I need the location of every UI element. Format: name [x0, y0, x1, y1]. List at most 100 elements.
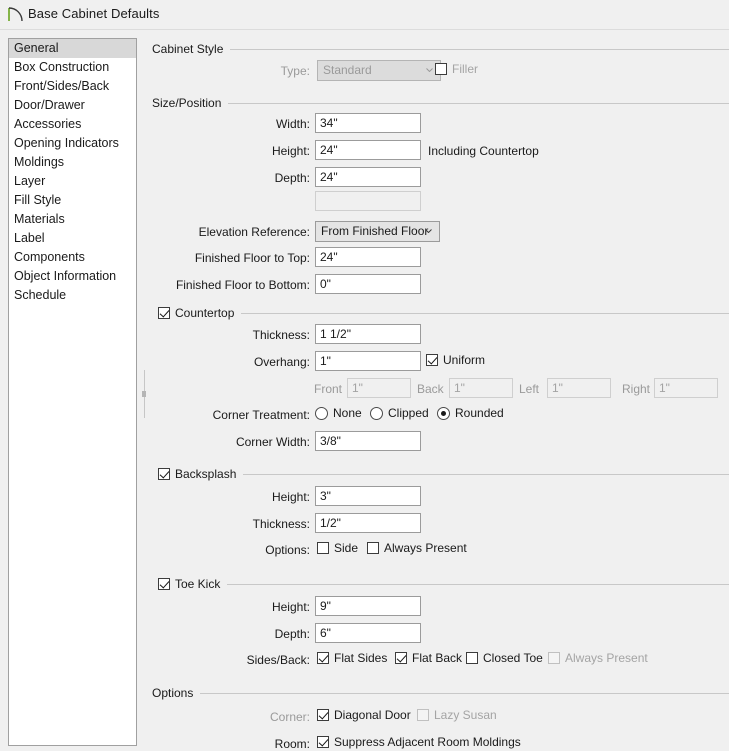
- sidebar-item-front-sides-back[interactable]: Front/Sides/Back: [9, 77, 136, 96]
- corner-width-input[interactable]: [315, 431, 421, 451]
- sidebar-item-label: Front/Sides/Back: [14, 79, 110, 93]
- group-backsplash[interactable]: Backsplash: [158, 467, 729, 481]
- category-list[interactable]: General Box Construction Front/Sides/Back D…: [8, 38, 137, 746]
- sidebar-item-schedule[interactable]: Schedule: [9, 286, 136, 305]
- sidebar-item-accessories[interactable]: Accessories: [9, 115, 136, 134]
- height-input[interactable]: [315, 140, 421, 160]
- backsplash-height-input[interactable]: [315, 486, 421, 506]
- uniform-checkbox-row[interactable]: Uniform: [426, 353, 485, 367]
- group-title-cabinet-style: Cabinet Style: [152, 42, 224, 56]
- label-corner-treatment: Corner Treatment:: [212, 408, 310, 422]
- label-countertop-overhang: Overhang:: [253, 355, 310, 369]
- sidebar-item-materials[interactable]: Materials: [9, 210, 136, 229]
- backsplash-side-checkbox[interactable]: [317, 542, 329, 554]
- flat-back-checkbox-row[interactable]: Flat Back: [395, 651, 462, 665]
- label-finished-floor-to-bottom: Finished Floor to Bottom:: [175, 278, 310, 292]
- sidebar-item-label: Box Construction: [14, 60, 110, 74]
- lazy-susan-label: Lazy Susan: [434, 708, 497, 722]
- countertop-overhang-input[interactable]: [315, 351, 421, 371]
- label-overhang-left: Left: [519, 382, 540, 396]
- backsplash-checkbox[interactable]: [158, 468, 170, 480]
- sidebar-item-opening-indicators[interactable]: Opening Indicators: [9, 134, 136, 153]
- sidebar-item-fill-style[interactable]: Fill Style: [9, 191, 136, 210]
- elevation-reference-combobox[interactable]: From Finished Floor: [315, 221, 440, 242]
- label-height: Height:: [271, 144, 310, 158]
- filler-checkbox[interactable]: [435, 63, 447, 75]
- overhang-left-input: [547, 378, 611, 398]
- corner-rounded-radio[interactable]: [437, 406, 450, 420]
- finished-floor-to-bottom-input[interactable]: [315, 274, 421, 294]
- filler-checkbox-row[interactable]: Filler: [435, 62, 478, 76]
- closed-toe-checkbox[interactable]: [466, 652, 478, 664]
- flat-sides-checkbox-row[interactable]: Flat Sides: [317, 651, 387, 665]
- sidebar-item-door-drawer[interactable]: Door/Drawer: [9, 96, 136, 115]
- sidebar-item-box-construction[interactable]: Box Construction: [9, 58, 136, 77]
- sidebar-item-components[interactable]: Components: [9, 248, 136, 267]
- group-title-backsplash: Backsplash: [175, 467, 237, 481]
- corner-clipped-radio-row[interactable]: Clipped: [370, 406, 429, 420]
- corner-none-radio-row[interactable]: None: [315, 406, 362, 420]
- diagonal-door-checkbox-row[interactable]: Diagonal Door: [317, 708, 411, 722]
- flat-back-label: Flat Back: [412, 651, 463, 665]
- group-rule: [241, 312, 729, 314]
- chevron-down-icon: [425, 229, 432, 233]
- settings-pane: Cabinet Style Type: Standard Filler Size…: [152, 34, 729, 751]
- filler-label: Filler: [452, 62, 478, 76]
- depth-input[interactable]: [315, 167, 421, 187]
- title-bar: Base Cabinet Defaults: [0, 0, 729, 30]
- group-countertop[interactable]: Countertop: [158, 306, 729, 320]
- corner-rounded-radio-row[interactable]: Rounded: [437, 406, 504, 420]
- sidebar-item-label[interactable]: Label: [9, 229, 136, 248]
- countertop-checkbox[interactable]: [158, 307, 170, 319]
- sidebar-item-moldings[interactable]: Moldings: [9, 153, 136, 172]
- label-overhang-front: Front: [314, 382, 343, 396]
- overhang-front-input: [347, 378, 411, 398]
- backsplash-always-present-checkbox-row[interactable]: Always Present: [367, 541, 467, 555]
- sidebar-item-layer[interactable]: Layer: [9, 172, 136, 191]
- toe-kick-height-input[interactable]: [315, 596, 421, 616]
- group-rule: [243, 473, 729, 475]
- corner-none-radio[interactable]: [315, 406, 328, 420]
- pane-splitter[interactable]: [142, 370, 146, 418]
- corner-clipped-radio[interactable]: [370, 406, 383, 420]
- sidebar-item-object-information[interactable]: Object Information: [9, 267, 136, 286]
- label-backsplash-height: Height:: [271, 490, 310, 504]
- backsplash-side-checkbox-row[interactable]: Side: [317, 541, 358, 555]
- closed-toe-label: Closed Toe: [483, 651, 543, 665]
- label-corner-width: Corner Width:: [235, 435, 310, 449]
- sidebar-item-label: General: [14, 41, 59, 55]
- diagonal-door-checkbox[interactable]: [317, 709, 329, 721]
- lazy-susan-checkbox-row: Lazy Susan: [417, 708, 497, 722]
- label-options-room: Room:: [274, 737, 310, 751]
- label-backsplash-options: Options:: [265, 543, 310, 557]
- countertop-thickness-input[interactable]: [315, 324, 421, 344]
- group-toe-kick[interactable]: Toe Kick: [158, 577, 729, 591]
- flat-sides-label: Flat Sides: [334, 651, 388, 665]
- overhang-back-input: [449, 378, 513, 398]
- toe-kick-depth-input[interactable]: [315, 623, 421, 643]
- label-overhang-back: Back: [417, 382, 444, 396]
- backsplash-thickness-input[interactable]: [315, 513, 421, 533]
- label-toe-kick-height: Height:: [271, 600, 310, 614]
- backsplash-always-present-checkbox[interactable]: [367, 542, 379, 554]
- group-title-countertop: Countertop: [175, 306, 235, 320]
- lazy-susan-checkbox: [417, 709, 429, 721]
- height-note: Including Countertop: [428, 144, 539, 158]
- uniform-checkbox[interactable]: [426, 354, 438, 366]
- splitter-knob[interactable]: [142, 391, 146, 397]
- label-options-corner: Corner:: [269, 710, 310, 724]
- suppress-moldings-checkbox-row[interactable]: Suppress Adjacent Room Moldings: [317, 735, 521, 749]
- toe-kick-checkbox[interactable]: [158, 578, 170, 590]
- flat-back-checkbox[interactable]: [395, 652, 407, 664]
- suppress-moldings-checkbox[interactable]: [317, 736, 329, 748]
- corner-none-label: None: [333, 406, 362, 420]
- label-finished-floor-to-top: Finished Floor to Top:: [194, 251, 310, 265]
- closed-toe-checkbox-row[interactable]: Closed Toe: [466, 651, 543, 665]
- width-input[interactable]: [315, 113, 421, 133]
- sidebar-item-general[interactable]: General: [9, 39, 136, 58]
- type-combobox[interactable]: Standard: [317, 60, 441, 81]
- flat-sides-checkbox[interactable]: [317, 652, 329, 664]
- corner-clipped-label: Clipped: [388, 406, 429, 420]
- finished-floor-to-top-input[interactable]: [315, 247, 421, 267]
- label-elevation-reference: Elevation Reference:: [198, 225, 310, 239]
